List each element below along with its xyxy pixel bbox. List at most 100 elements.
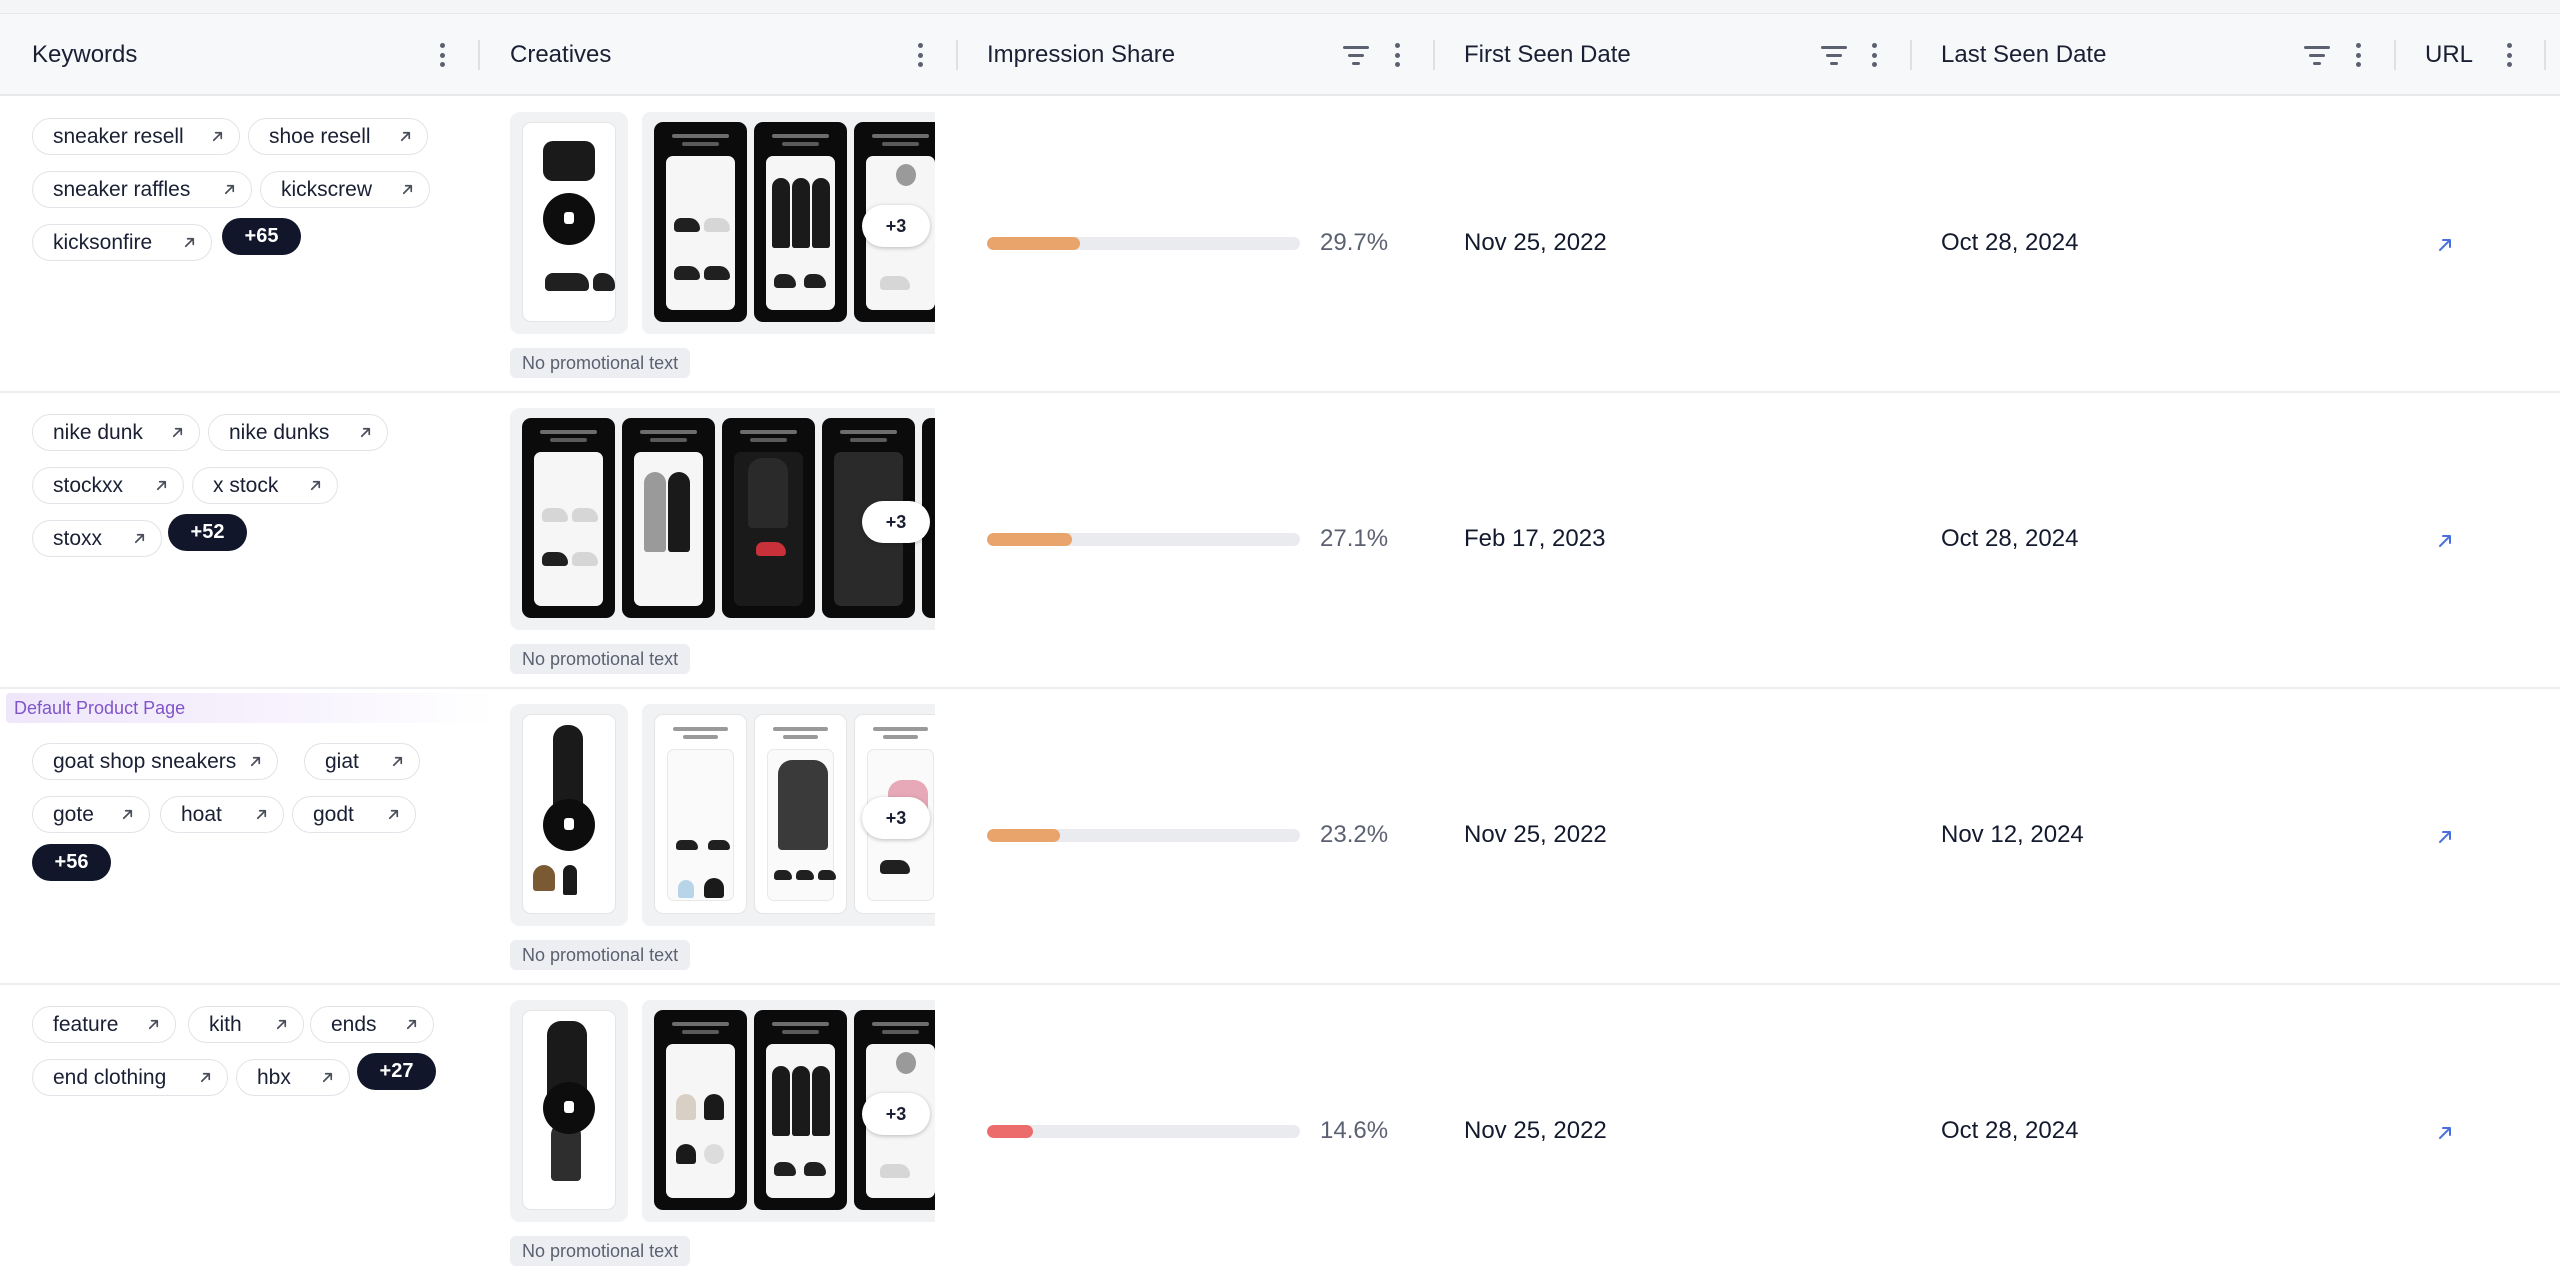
col-header-url[interactable]: URL xyxy=(2425,14,2473,96)
app-screenshot xyxy=(654,122,747,322)
col-header-last-seen-label: Last Seen Date xyxy=(1941,41,2107,68)
more-keywords-badge[interactable]: +65 xyxy=(222,218,301,255)
play-icon xyxy=(543,1082,595,1134)
promo-text-badge: No promotional text xyxy=(510,1236,691,1266)
column-resize-handle[interactable] xyxy=(1910,40,1912,70)
promo-text-badge: No promotional text xyxy=(510,348,691,378)
keyword-chip-label: hbx xyxy=(257,1065,291,1089)
col-header-impression-share[interactable]: Impression Share xyxy=(987,14,1175,96)
app-screenshot xyxy=(754,714,847,914)
impression-share-bar-fill xyxy=(987,237,1080,250)
external-link-icon[interactable] xyxy=(2434,530,2456,552)
keyword-chip[interactable]: feature xyxy=(32,1006,176,1043)
keyword-chip-label: feature xyxy=(53,1012,119,1036)
impression-share-bar-fill xyxy=(987,533,1072,546)
keyword-chip-label: end clothing xyxy=(53,1065,167,1089)
keyword-chip[interactable]: hbx xyxy=(236,1059,350,1096)
first-seen-column-menu-icon[interactable] xyxy=(1865,41,1883,69)
keyword-chip[interactable]: x stock xyxy=(192,467,338,504)
more-keywords-badge[interactable]: +56 xyxy=(32,844,111,881)
external-link-icon[interactable] xyxy=(2434,826,2456,848)
column-resize-handle[interactable] xyxy=(2544,40,2546,70)
app-screenshot xyxy=(654,1010,747,1210)
keyword-chip[interactable]: kickscrew xyxy=(260,171,430,208)
col-header-keywords[interactable]: Keywords xyxy=(32,14,137,96)
keywords-column-menu-icon[interactable] xyxy=(433,41,451,69)
impression-share-column-menu-icon[interactable] xyxy=(1388,41,1406,69)
column-resize-handle[interactable] xyxy=(478,40,480,70)
arrow-up-right-icon xyxy=(184,237,195,248)
product-image xyxy=(563,865,577,895)
external-link-icon[interactable] xyxy=(2434,1122,2456,1144)
creative-video-thumbnail[interactable] xyxy=(510,704,628,926)
impression-share-filter-icon[interactable] xyxy=(1343,44,1369,66)
keyword-chip[interactable]: gote xyxy=(32,796,150,833)
arrow-up-right-icon xyxy=(392,756,403,767)
keyword-chip[interactable]: stockxx xyxy=(32,467,184,504)
creatives-column-menu-icon[interactable] xyxy=(911,41,929,69)
keyword-chip[interactable]: end clothing xyxy=(32,1059,228,1096)
more-creatives-badge[interactable]: +3 xyxy=(862,797,930,839)
app-screenshot xyxy=(754,1010,847,1210)
app-screenshot xyxy=(522,418,615,618)
first-seen-date: Nov 25, 2022 xyxy=(1464,821,1607,848)
arrow-up-right-icon xyxy=(406,1019,417,1030)
app-screenshot xyxy=(722,418,815,618)
arrow-up-right-icon xyxy=(122,809,133,820)
app-screenshot xyxy=(754,122,847,322)
keyword-chip-label: sneaker raffles xyxy=(53,177,191,201)
keyword-chip[interactable]: sneaker raffles xyxy=(32,171,252,208)
more-creatives-badge[interactable]: +3 xyxy=(862,205,930,247)
keyword-chip[interactable]: goat shop sneakers xyxy=(32,743,278,780)
keyword-chip[interactable]: kicksonfire xyxy=(32,224,212,261)
last-seen-column-menu-icon[interactable] xyxy=(2349,41,2367,69)
url-column-menu-icon[interactable] xyxy=(2500,41,2518,69)
impression-share-value: 14.6% xyxy=(1320,1117,1389,1144)
column-resize-handle[interactable] xyxy=(2394,40,2396,70)
last-seen-date: Oct 28, 2024 xyxy=(1941,1117,2079,1144)
keyword-chip[interactable]: sneaker resell xyxy=(32,118,240,155)
col-header-creatives[interactable]: Creatives xyxy=(510,14,611,96)
table-row[interactable]: nike dunk nike dunks stockxx x stock sto… xyxy=(0,393,2560,689)
arrow-up-right-icon xyxy=(360,427,371,438)
more-keywords-badge[interactable]: +52 xyxy=(168,514,247,551)
keyword-chip[interactable]: kith xyxy=(188,1006,304,1043)
impression-share-bar xyxy=(987,829,1300,842)
keyword-chip[interactable]: giat xyxy=(304,743,420,780)
table-row[interactable]: Default Product Page goat shop sneakers … xyxy=(0,689,2560,985)
keyword-chip[interactable]: ends xyxy=(310,1006,434,1043)
keyword-chip[interactable]: godt xyxy=(292,796,416,833)
play-icon xyxy=(543,193,595,245)
external-link-icon[interactable] xyxy=(2434,234,2456,256)
creative-video-thumbnail[interactable] xyxy=(510,1000,628,1222)
first-seen-filter-icon[interactable] xyxy=(1821,44,1847,66)
more-creatives-badge[interactable]: +3 xyxy=(862,1093,930,1135)
table-row[interactable]: sneaker resell shoe resell sneaker raffl… xyxy=(0,97,2560,393)
impression-share-value: 23.2% xyxy=(1320,821,1389,848)
toolbar-edge xyxy=(0,0,2560,14)
more-keywords-badge[interactable]: +27 xyxy=(357,1053,436,1090)
keyword-chip[interactable]: nike dunk xyxy=(32,414,200,451)
table-row[interactable]: feature kith ends end clothing hbx +27 +… xyxy=(0,985,2560,1282)
last-seen-date: Nov 12, 2024 xyxy=(1941,821,2084,848)
impression-share-bar xyxy=(987,237,1300,250)
column-resize-handle[interactable] xyxy=(956,40,958,70)
more-creatives-badge[interactable]: +3 xyxy=(862,501,930,543)
column-resize-handle[interactable] xyxy=(1433,40,1435,70)
keyword-chip-label: giat xyxy=(325,749,359,773)
arrow-up-right-icon xyxy=(200,1072,211,1083)
keyword-chip-label: goat shop sneakers xyxy=(53,749,237,773)
keyword-chip-label: nike dunks xyxy=(229,420,330,444)
keyword-chip[interactable]: hoat xyxy=(160,796,284,833)
arrow-up-right-icon xyxy=(402,184,413,195)
keyword-chip-label: x stock xyxy=(213,473,279,497)
keyword-chip[interactable]: shoe resell xyxy=(248,118,428,155)
keyword-chip[interactable]: stoxx xyxy=(32,520,162,557)
keyword-chip[interactable]: nike dunks xyxy=(208,414,388,451)
last-seen-filter-icon[interactable] xyxy=(2304,44,2330,66)
keyword-chip-label: sneaker resell xyxy=(53,124,184,148)
creative-video-thumbnail[interactable] xyxy=(510,112,628,334)
col-header-last-seen[interactable]: Last Seen Date xyxy=(1941,14,2106,96)
col-header-first-seen[interactable]: First Seen Date xyxy=(1464,14,1631,96)
arrow-up-right-icon xyxy=(322,1072,333,1083)
